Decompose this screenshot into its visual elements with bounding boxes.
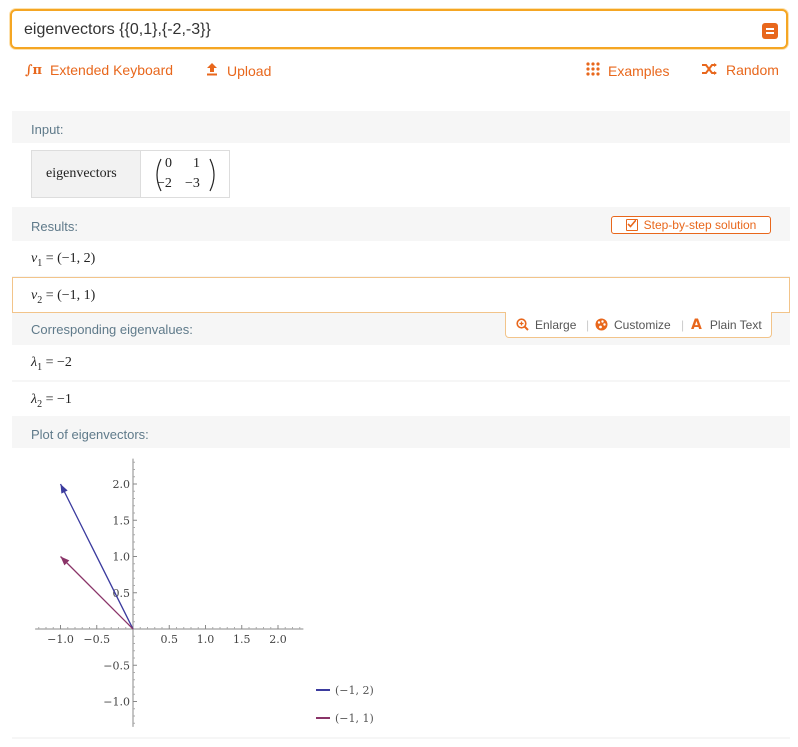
x-tick-label: 2.0	[269, 633, 287, 646]
search-input[interactable]: eigenvectors {{0,1},{-2,-3}}	[24, 21, 211, 39]
search-box[interactable]: eigenvectors {{0,1},{-2,-3}}	[10, 9, 788, 49]
keyboard-icon: ∫π	[25, 62, 43, 78]
result-v1: v1 = (−1, 2)	[31, 251, 96, 269]
eigenvector-chart: −1.0 −0.5 0.5 1.0 1.5 2.02.01.51.00.5−0.5−1.0…	[35, 458, 374, 727]
y-tick-label: −0.5	[103, 659, 130, 672]
extended-keyboard-button[interactable]: ∫π Extended Keyboard	[25, 62, 173, 78]
step-by-step-label: Step-by-step solution	[643, 218, 757, 232]
arrowhead	[60, 484, 68, 494]
examples-label: Examples	[608, 62, 670, 79]
eigenvalue-2: λ2 = −1	[31, 392, 72, 410]
x-tick-label: 0.5	[161, 633, 179, 646]
input-function: eigenvectors	[46, 166, 117, 181]
random-button[interactable]: Random	[702, 62, 779, 78]
equals-icon[interactable]	[762, 23, 778, 39]
extended-keyboard-label: Extended Keyboard	[50, 62, 174, 78]
plain-text-label: Plain Text	[709, 317, 762, 332]
x-tick-label: −0.5	[83, 633, 110, 646]
matrix-cell-0-0: 0	[165, 156, 172, 171]
legend-label: (−1, 1)	[335, 712, 374, 725]
zoom-in-icon	[516, 318, 529, 331]
divider: |	[586, 317, 590, 332]
enlarge-label: Enlarge	[535, 317, 577, 332]
result-v2: v2 = (−1, 1)	[31, 288, 96, 306]
upload-icon	[205, 62, 219, 79]
upload-button[interactable]: Upload	[205, 62, 271, 79]
x-tick-label: 1.5	[233, 633, 251, 646]
plain-text-button[interactable]: A Plain Text	[691, 317, 762, 333]
shuffle-icon	[702, 62, 718, 78]
checkbox-icon	[625, 219, 638, 231]
palette-icon	[595, 318, 608, 331]
results-label: Results:	[31, 219, 78, 234]
legend-label: (−1, 2)	[335, 684, 374, 697]
upload-label: Upload	[227, 62, 272, 79]
divider: |	[681, 317, 685, 332]
result-row-v2[interactable]: v2 = (−1, 1)	[12, 277, 790, 313]
matrix-cell-1-1: −3	[185, 176, 200, 191]
eigenvalue-row-2: λ2 = −1	[12, 382, 790, 416]
x-tick-label: 1.0	[197, 633, 215, 646]
text-a-icon: A	[691, 316, 702, 333]
customize-button[interactable]: Customize	[595, 318, 671, 332]
result-row-v1: v1 = (−1, 2)	[12, 241, 790, 276]
input-label: Input:	[31, 122, 64, 137]
eigenvalue-1: λ1 = −2	[31, 355, 72, 373]
examples-button[interactable]: Examples	[586, 62, 669, 79]
matrix-cell-1-0: −2	[157, 176, 172, 191]
pod-actions: Enlarge | Customize | A Plain Text	[505, 312, 772, 338]
input-panel: eigenvectors 0 1 −2 −3	[12, 143, 790, 207]
eigenvalue-row-1: λ1 = −2	[12, 345, 790, 380]
step-by-step-button[interactable]: Step-by-step solution	[611, 216, 771, 234]
input-function-cell: eigenvectors	[31, 150, 141, 198]
y-tick-label: −1.0	[103, 696, 130, 709]
eigenvalues-label: Corresponding eigenvalues:	[31, 322, 193, 337]
y-tick-label: 1.5	[113, 514, 131, 527]
enlarge-button[interactable]: Enlarge	[516, 318, 576, 332]
matrix-cell-0-1: 1	[193, 156, 200, 171]
y-tick-label: 2.0	[113, 478, 131, 491]
y-tick-label: 1.0	[113, 551, 131, 564]
random-label: Random	[726, 62, 779, 78]
x-tick-label: −1.0	[47, 633, 74, 646]
plot-panel: −1.0 −0.5 0.5 1.0 1.5 2.0 2.0 1.5 1.0 0.5 −0.5 −1.0…	[12, 448, 790, 737]
plot-label: Plot of eigenvectors:	[31, 427, 149, 442]
toolbar: ∫π Extended Keyboard Upload Examples Ran…	[0, 62, 798, 84]
input-matrix-cell: 0 1 −2 −3	[141, 150, 230, 198]
customize-label: Customize	[614, 317, 671, 332]
grid-icon	[586, 62, 600, 79]
